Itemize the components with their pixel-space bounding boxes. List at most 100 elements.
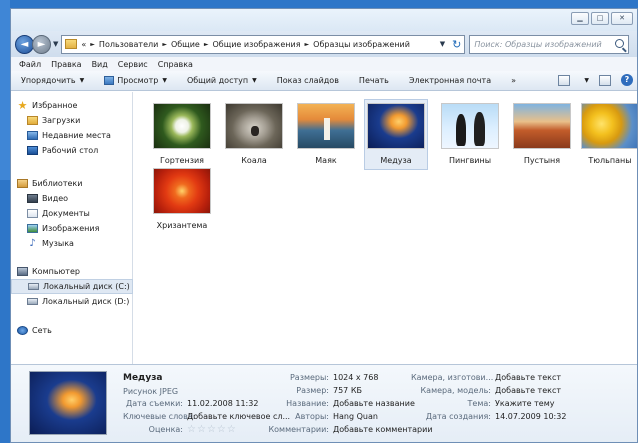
breadcrumb-sample-pictures[interactable]: Образцы изображений [313,40,410,49]
title-bar: ▁ □ ✕ [11,9,637,31]
nav-desktop[interactable]: Рабочий стол [11,143,133,158]
camera-model-field: Камера, модель: Добавьте текст [420,386,562,395]
slideshow-button[interactable]: Показ слайдов [277,76,339,85]
nav-pictures[interactable]: Изображения [11,221,133,236]
nav-documents[interactable]: Документы [11,206,133,221]
star-icon[interactable]: ☆ [227,424,237,435]
address-dropdown[interactable]: ▼ [440,40,445,48]
computer-icon [17,267,28,276]
help-icon[interactable]: ? [621,74,633,86]
search-input[interactable]: Поиск: Образцы изображений [469,34,630,54]
hard-disk-icon [28,283,39,290]
nav-computer[interactable]: Компьютер [11,264,133,279]
chevron-down-icon: ▼ [252,77,257,84]
size-field: Размер: 757 КБ [296,386,362,395]
window-controls: ▁ □ ✕ [571,12,633,25]
chevron-down-icon: ▼ [162,77,167,84]
nav-favorites[interactable]: ★ Избранное [11,98,133,113]
star-icon: ★ [17,99,28,112]
menu-edit[interactable]: Правка [51,60,81,69]
rating-stars[interactable]: ☆☆☆☆☆ [187,424,237,435]
folder-icon [65,39,78,49]
search-icon[interactable] [615,38,625,48]
forward-button[interactable]: ► [32,34,51,54]
file-item[interactable]: Пустыня [510,100,574,169]
menu-file[interactable]: Файл [19,60,41,69]
print-button[interactable]: Печать [359,76,389,85]
file-list: Гортензия Коала Маяк Медуза Пингвины Пус… [134,92,637,364]
file-name: Маяк [315,156,337,165]
preview-icon [104,76,115,85]
date-taken-field: Дата съемки: 11.02.2008 11:32 [126,399,259,408]
nav-music[interactable]: ♪ Музыка [11,236,133,251]
close-button[interactable]: ✕ [611,12,633,25]
address-overflow[interactable]: « [81,40,86,49]
file-item-selected[interactable]: Медуза [364,99,428,170]
file-name: Хризантема [156,221,208,230]
menu-view[interactable]: Вид [92,60,108,69]
nav-downloads[interactable]: Загрузки [11,113,133,128]
view-dropdown-icon[interactable]: ▼ [584,77,589,84]
nav-libraries[interactable]: Библиотеки [11,176,133,191]
thumbnail-image [297,103,355,149]
email-button[interactable]: Электронная почта [409,76,491,85]
video-library-icon [27,194,38,203]
title-value[interactable]: Добавьте название [333,399,415,408]
search-placeholder: Поиск: Образцы изображений [474,39,602,49]
computer-group: Компьютер Локальный диск (C:) Локальный … [11,264,133,309]
size-value: 757 КБ [333,386,362,395]
file-name: Коала [241,156,267,165]
documents-library-icon [27,209,38,218]
view-options-icon[interactable] [558,74,571,86]
pictures-library-icon [27,224,38,233]
thumbnail-image [441,103,499,149]
file-item[interactable]: Тюльпаны [578,100,637,169]
organize-button[interactable]: Упорядочить ▼ [21,76,84,85]
preview-pane-icon[interactable] [599,74,611,86]
maximize-button[interactable]: □ [591,12,609,25]
nav-drive-c[interactable]: Локальный диск (C:) [11,279,133,294]
breadcrumb-public[interactable]: Общие [171,40,200,49]
authors-value[interactable]: Hang Quan [333,412,378,421]
details-thumbnail [29,371,107,435]
address-row: ◄ ► ▼ « ► Пользователи ► Общие ► Общие и… [11,31,637,57]
menu-tools[interactable]: Сервис [118,60,148,69]
recent-pages-dropdown[interactable]: ▼ [53,40,58,48]
star-icon[interactable]: ☆ [217,424,227,435]
subject-value[interactable]: Укажите тему [495,399,555,408]
thumbnail-image [225,103,283,149]
file-item[interactable]: Хризантема [150,165,214,234]
star-icon[interactable]: ☆ [197,424,207,435]
thumbnail-image [153,103,211,149]
file-item[interactable]: Маяк [294,100,358,169]
camera-maker-value[interactable]: Добавьте текст [495,373,561,382]
more-commands-button[interactable]: » [511,76,516,85]
menu-help[interactable]: Справка [158,60,193,69]
file-item[interactable]: Гортензия [150,100,214,169]
date-taken-value[interactable]: 11.02.2008 11:32 [187,399,258,408]
navigation-pane: ★ Избранное Загрузки Недавние места Рабо… [11,92,133,364]
thumbnail-image [367,103,425,149]
dimensions-value: 1024 x 768 [333,373,379,382]
rating-field: Оценка: ☆☆☆☆☆ [148,424,237,435]
share-button[interactable]: Общий доступ ▼ [187,76,257,85]
nav-network[interactable]: Сеть [11,323,133,338]
address-bar[interactable]: « ► Пользователи ► Общие ► Общие изображ… [61,34,466,54]
minimize-button[interactable]: ▁ [571,12,589,25]
libraries-icon [17,179,28,188]
preview-button[interactable]: Просмотр ▼ [104,76,167,85]
chevron-down-icon: ▼ [79,77,85,84]
nav-recent-places[interactable]: Недавние места [11,128,133,143]
camera-model-value[interactable]: Добавьте текст [495,386,561,395]
refresh-icon[interactable]: ↻ [452,38,461,51]
breadcrumb-users[interactable]: Пользователи [99,40,158,49]
star-icon[interactable]: ☆ [207,424,217,435]
nav-drive-d[interactable]: Локальный диск (D:) [11,294,133,309]
file-item[interactable]: Пингвины [438,100,502,169]
star-icon[interactable]: ☆ [187,424,197,435]
nav-videos[interactable]: Видео [11,191,133,206]
breadcrumb-public-pictures[interactable]: Общие изображения [212,40,300,49]
comments-value[interactable]: Добавьте комментарии [333,425,433,434]
thumbnail-image [153,168,211,214]
file-item[interactable]: Коала [222,100,286,169]
